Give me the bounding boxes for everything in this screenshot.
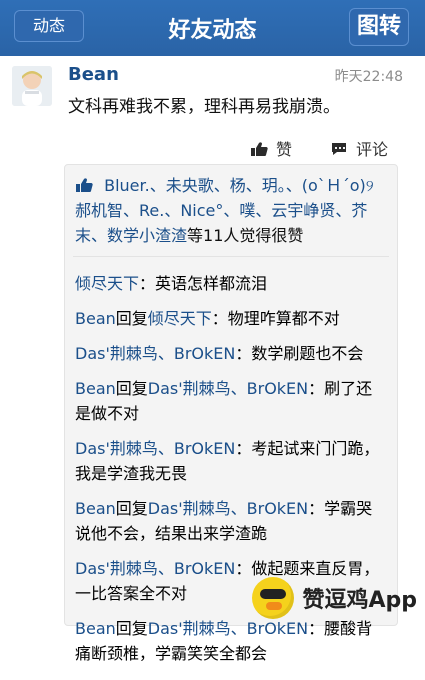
friend-feed-post: Bean 昨天22:48 文科再难我不累，理科再易我崩溃。 赞 评论 Bluer… xyxy=(0,56,425,663)
avatar[interactable] xyxy=(12,66,52,106)
duck-logo-icon xyxy=(252,577,295,619)
watermark-brand: 赞逗鸡App xyxy=(252,577,417,619)
reply-target[interactable]: 倾尽天下 xyxy=(148,309,212,328)
reply-word: 回复 xyxy=(115,379,148,398)
top-bar: 动态 好友动态 图转 xyxy=(0,0,425,56)
reply-word: 回复 xyxy=(115,619,148,638)
comment-author[interactable]: Das'荆棘鸟、BrOkEN xyxy=(75,439,235,458)
post-time: 昨天22:48 xyxy=(334,69,403,85)
comment-item: Bean回复Das'荆棘鸟、BrOkEN：刷了还是做不对 xyxy=(75,376,387,426)
comment-author[interactable]: Bean xyxy=(75,619,116,638)
comment-item: Bean回复倾尽天下：物理咋算都不对 xyxy=(75,306,387,331)
brand-name: 赞逗鸡App xyxy=(302,588,417,613)
comment-icon xyxy=(332,143,346,155)
comment-item: Das'荆棘鸟、BrOkEN：考起试来门门跪，我是学渣我无畏 xyxy=(75,436,387,486)
like-button[interactable]: 赞 xyxy=(250,136,292,160)
thumbs-up-icon xyxy=(76,178,93,192)
reply-target[interactable]: Das'荆棘鸟、BrOkEN xyxy=(148,379,308,398)
reply-target[interactable]: Das'荆棘鸟、BrOkEN xyxy=(148,499,308,518)
reply-word: 回复 xyxy=(115,499,148,518)
comment-item: Das'荆棘鸟、BrOkEN：数学刷题也不会 xyxy=(75,341,387,366)
post-actions: 赞 评论 xyxy=(250,136,410,162)
likes-names-line2[interactable]: 郝机智、Re.、Nice°、噗、云宇峥贤、芥 xyxy=(75,201,367,220)
image-convert-button[interactable]: 图转 xyxy=(349,8,409,46)
comment-text: ：数学刷题也不会 xyxy=(235,344,364,363)
author-name[interactable]: Bean xyxy=(68,64,119,85)
comment-label: 评论 xyxy=(356,140,389,159)
comment-button[interactable]: 评论 xyxy=(330,136,388,160)
comment-item: Bean回复Das'荆棘鸟、BrOkEN：学霸哭说他不会，结果出来学渣跪 xyxy=(75,496,387,546)
likes-list: Bluer.、未央歌、杨、玥。、(o`Ｈ´o)୨ 郝机智、Re.、Nice°、噗… xyxy=(65,165,397,256)
likes-names-line1[interactable]: Bluer.、未央歌、杨、玥。、(o`Ｈ´o)୨ xyxy=(104,176,374,195)
post-text: 文科再难我不累，理科再易我崩溃。 xyxy=(68,97,340,117)
reply-target[interactable]: Das'荆棘鸟、BrOkEN xyxy=(148,619,308,638)
comment-text: ：英语怎样都流泪 xyxy=(139,274,268,293)
comment-author[interactable]: Bean xyxy=(75,379,116,398)
like-label: 赞 xyxy=(276,140,293,159)
likes-and-comments-panel: Bluer.、未央歌、杨、玥。、(o`Ｈ´o)୨ 郝机智、Re.、Nice°、噗… xyxy=(64,164,398,663)
comment-author[interactable]: Das'荆棘鸟、BrOkEN xyxy=(75,344,235,363)
likes-suffix: 等11人觉得很赞 xyxy=(187,226,304,245)
comment-author[interactable]: 倾尽天下 xyxy=(75,274,139,293)
comment-author[interactable]: Bean xyxy=(75,309,116,328)
thumbs-up-icon xyxy=(251,142,268,156)
likes-names-line3[interactable]: 末、数学小渣渣 xyxy=(75,226,187,245)
beak-icon xyxy=(266,602,283,610)
comment-author[interactable]: Das'荆棘鸟、BrOkEN xyxy=(75,559,235,578)
comment-item: 倾尽天下：英语怎样都流泪 xyxy=(75,271,387,296)
comment-text: ：物理咋算都不对 xyxy=(211,309,340,328)
reply-word: 回复 xyxy=(115,309,148,328)
avatar-icon xyxy=(12,66,52,106)
sunglasses-icon xyxy=(260,589,287,599)
comment-author[interactable]: Bean xyxy=(75,499,116,518)
